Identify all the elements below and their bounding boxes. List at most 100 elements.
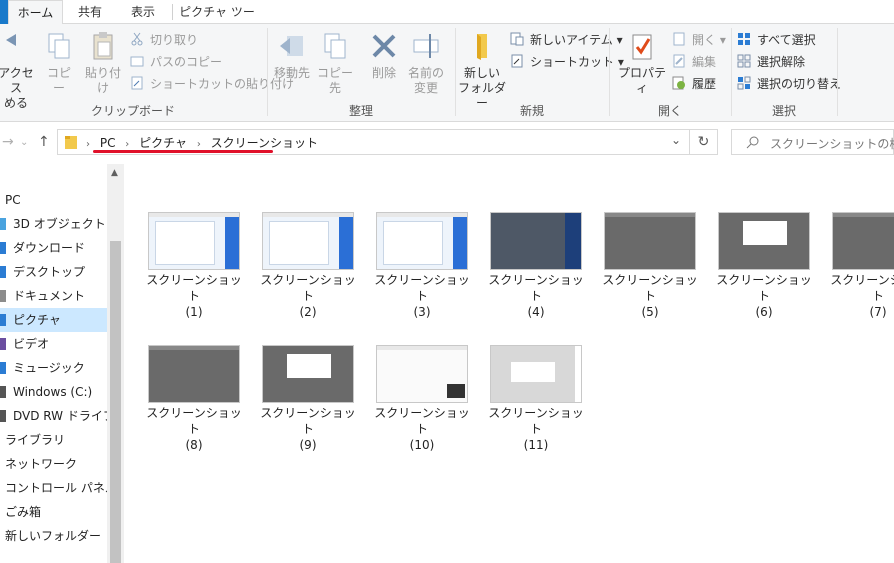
file-item[interactable]: スクリーンショット (2) [258, 212, 358, 320]
edit-button[interactable]: 編集 [672, 52, 716, 72]
nav-item[interactable]: ピクチャ [0, 308, 107, 332]
tab-file[interactable] [0, 0, 8, 24]
recent-dropdown-icon[interactable]: ⌄ [20, 137, 28, 148]
nav-item[interactable]: ライブラリ [0, 428, 107, 452]
nav-item[interactable]: コントロール パネル [0, 476, 107, 500]
nav-item[interactable]: ネットワーク [0, 452, 107, 476]
copy-button[interactable]: コピー [44, 30, 74, 96]
copy-to-button[interactable]: コピー先 [314, 30, 356, 96]
tab-picture-tools[interactable]: ピクチャ ツール [176, 0, 258, 43]
refresh-button[interactable]: ↻ [690, 129, 718, 155]
history-label: 履歴 [692, 77, 717, 91]
file-item[interactable]: スクリーンショット (1) [144, 212, 244, 320]
rename-button[interactable]: 名前の 変更 [406, 30, 446, 96]
new-folder-button[interactable]: 新しい フォルダー [458, 30, 506, 111]
group-separator [837, 28, 838, 116]
delete-button[interactable]: 削除 [366, 30, 402, 81]
select-none-button[interactable]: 選択解除 [737, 52, 805, 72]
up-arrow-icon[interactable]: ↑ [38, 134, 50, 150]
thumbnail-image [376, 212, 468, 270]
nav-scrollbar[interactable]: ▲ [107, 164, 124, 563]
thumbnail-image [148, 212, 240, 270]
navigation-pane: PC 3D オブジェクト ダウンロードデスクトップドキュメントピクチャ ビデオミュージ… [0, 164, 107, 563]
pin-quick-access-button[interactable]: アクセス める [0, 30, 38, 111]
nav-item[interactable]: ダウンロード [0, 236, 107, 260]
file-number: (9) [299, 438, 317, 452]
paste-button[interactable]: 貼り付け [80, 30, 126, 96]
refresh-icon: ↻ [697, 134, 710, 150]
clipboard-group-label: クリップボード [90, 104, 175, 118]
move-to-icon [280, 36, 303, 56]
nav-item[interactable]: Windows (C:) [0, 380, 107, 404]
nav-item[interactable]: 3D オブジェクト [0, 212, 107, 236]
file-number: (3) [413, 305, 431, 319]
copy-path-button[interactable]: パスのコピー [130, 52, 222, 72]
nav-item[interactable]: デスクトップ [0, 260, 107, 284]
shortcut-icon [131, 76, 143, 90]
nav-item[interactable]: PC [0, 188, 107, 212]
forward-arrow-icon[interactable]: → [2, 134, 14, 150]
search-placeholder: スクリーンショットの検索 [770, 137, 894, 151]
nav-item[interactable]: ごみ箱 [0, 500, 107, 524]
file-name: スクリーンショット [716, 273, 812, 303]
scrollbar-thumb[interactable] [110, 241, 121, 563]
nav-item[interactable]: ミュージック [0, 356, 107, 380]
nav-item[interactable]: ビデオ [0, 332, 107, 356]
file-item[interactable]: スクリーンショット (4) [486, 212, 586, 320]
nav-item-label: ミュージック [13, 361, 85, 375]
move-to-button[interactable]: 移動先 [272, 30, 312, 81]
new-item-button[interactable]: 新しいアイテム ▾ [510, 30, 623, 50]
file-item[interactable]: スクリーンショット (11) [486, 345, 586, 453]
history-button[interactable]: 履歴 [672, 74, 716, 94]
path-icon [130, 56, 144, 67]
file-name: スクリーンショット [260, 406, 356, 436]
invert-selection-button[interactable]: 選択の切り替え [737, 74, 841, 94]
tab-view[interactable]: 表示 [118, 0, 168, 24]
nav-item-label: 3D オブジェクト [13, 217, 106, 231]
breadcrumb-pc[interactable]: PC [100, 136, 116, 150]
file-item[interactable]: スクリーンショット (6) [714, 212, 814, 320]
file-number: (8) [185, 438, 203, 452]
file-number: (10) [409, 438, 435, 452]
properties-label: プロパティ [617, 66, 666, 95]
file-item[interactable]: スクリーンショット (9) [258, 345, 358, 453]
select-all-button[interactable]: すべて選択 [737, 30, 816, 50]
tab-share[interactable]: 共有 [66, 0, 114, 24]
nav-item-label: ネットワーク [5, 457, 78, 471]
thumbnail-image [262, 345, 354, 403]
file-number: (11) [523, 438, 549, 452]
file-name: スクリーンショット [146, 406, 242, 436]
shortcut-button[interactable]: ショートカット ▾ [510, 52, 624, 72]
file-item[interactable]: スクリーンショット (8) [144, 345, 244, 453]
rename-label-2: 変更 [413, 81, 438, 95]
nav-item[interactable]: DVD RW ドライブ (D [0, 404, 107, 428]
open-button[interactable]: 開く ▾ [672, 30, 726, 50]
paste-shortcut-button[interactable]: ショートカットの貼り付け [130, 74, 294, 94]
file-item[interactable]: スクリーンショット (3) [372, 212, 472, 320]
properties-button[interactable]: プロパティ [614, 30, 670, 96]
file-item[interactable]: スクリーンショット (7) [828, 212, 894, 320]
rename-icon [413, 34, 439, 58]
file-number: (1) [185, 305, 203, 319]
new-item-icon [510, 32, 524, 46]
breadcrumb-screenshots[interactable]: スクリーンショット [211, 136, 318, 150]
nav-item[interactable]: ドキュメント [0, 284, 107, 308]
search-input[interactable]: スクリーンショットの検索 [731, 129, 894, 155]
scroll-up-icon[interactable]: ▲ [111, 168, 118, 178]
address-history-chevron-icon[interactable]: ⌄ [671, 133, 681, 147]
nav-item[interactable]: 新しいフォルダー [0, 524, 107, 548]
tab-home[interactable]: ホーム [8, 0, 63, 25]
nav-item-label: ドキュメント [13, 289, 86, 303]
breadcrumb-pictures[interactable]: ピクチャ [139, 136, 187, 150]
copy-icon [48, 33, 70, 59]
cut-button[interactable]: 切り取り [130, 30, 198, 50]
nav-item-label: PC [5, 193, 21, 207]
paste-label: 貼り付け [84, 66, 121, 95]
file-name: スクリーンショット [146, 273, 242, 303]
breadcrumb-separator-icon: › [125, 139, 130, 150]
tab-divider [172, 4, 173, 20]
thumbnail-image [490, 212, 582, 270]
nav-item-label: ダウンロード [13, 241, 86, 255]
file-item[interactable]: スクリーンショット (5) [600, 212, 700, 320]
file-item[interactable]: スクリーンショット (10) [372, 345, 472, 453]
